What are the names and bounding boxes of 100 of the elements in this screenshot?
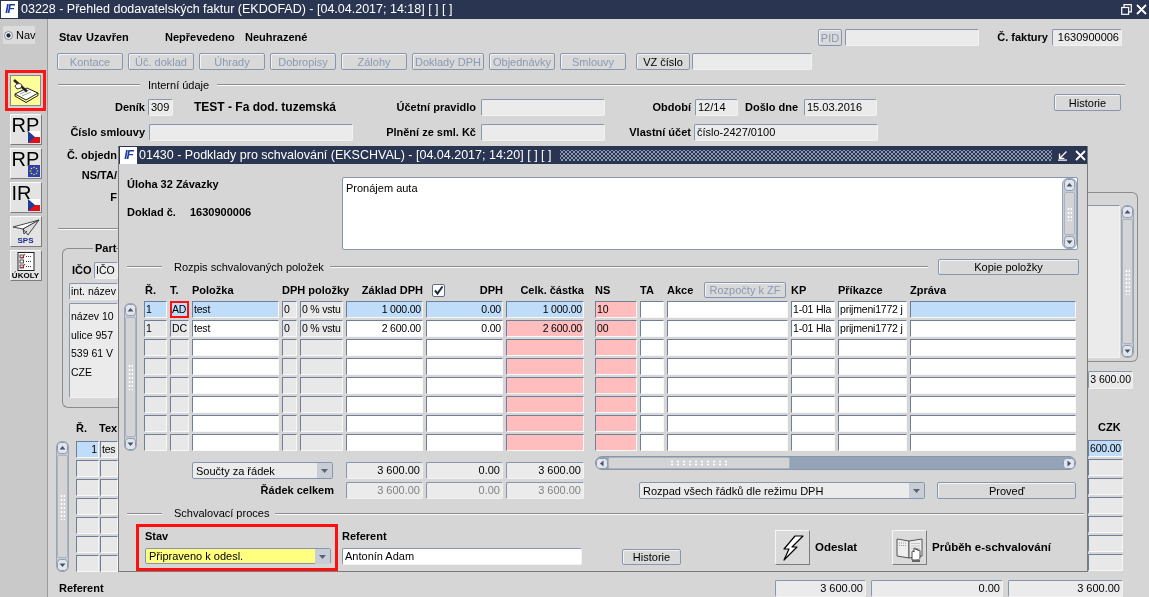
table-cell[interactable]: [791, 358, 835, 375]
checkbox[interactable]: [432, 283, 445, 297]
scroll-right-button[interactable]: [1063, 457, 1075, 469]
table-cell[interactable]: [838, 415, 907, 432]
table-cell[interactable]: 1 000.00: [506, 301, 584, 318]
restore-icon[interactable]: [1121, 4, 1132, 15]
table-cell[interactable]: [910, 396, 1076, 413]
table-cell[interactable]: [595, 358, 637, 375]
table-cell[interactable]: [346, 377, 423, 394]
input-field[interactable]: [481, 99, 605, 116]
note-field[interactable]: Pronájem auta: [342, 177, 1078, 250]
table-cell[interactable]: [76, 517, 99, 534]
table-cell[interactable]: [100, 517, 118, 534]
table-cell[interactable]: [910, 339, 1076, 356]
list-field[interactable]: [1088, 205, 1120, 358]
scrollbar[interactable]: [595, 456, 1076, 470]
scroll-down-button[interactable]: [57, 559, 68, 571]
table-cell[interactable]: 00: [595, 320, 637, 337]
table-cell[interactable]: [426, 396, 503, 413]
history-button[interactable]: Historie: [1054, 94, 1121, 111]
table-cell[interactable]: [192, 415, 279, 432]
table-cell[interactable]: [640, 434, 664, 451]
table-cell[interactable]: [346, 434, 423, 451]
table-cell[interactable]: 0 % vstu: [300, 301, 343, 318]
table-cell[interactable]: [791, 339, 835, 356]
scrollbar[interactable]: [1121, 205, 1134, 358]
table-cell[interactable]: [506, 377, 584, 394]
table-cell[interactable]: [1088, 497, 1123, 514]
table-cell[interactable]: 0.00: [426, 320, 503, 337]
scrollbar-thumb[interactable]: [1122, 219, 1133, 344]
table-cell[interactable]: [144, 377, 167, 394]
scroll-left-button[interactable]: [596, 457, 608, 469]
progress-button[interactable]: [892, 530, 927, 565]
table-cell[interactable]: [791, 415, 835, 432]
table-cell[interactable]: 1 000.00: [346, 301, 423, 318]
table-cell[interactable]: [910, 415, 1076, 432]
input-field[interactable]: [481, 124, 605, 141]
text-field[interactable]: 3 600.00: [1008, 580, 1123, 597]
table-cell[interactable]: [192, 377, 279, 394]
text-field[interactable]: 1630900006: [1052, 29, 1122, 46]
table-cell[interactable]: [595, 396, 637, 413]
table-cell[interactable]: 1: [76, 441, 99, 458]
address-field[interactable]: název 10 ulice 957 539 61 V CZE: [69, 303, 118, 398]
table-cell[interactable]: 600.00: [1088, 440, 1123, 457]
table-cell[interactable]: [426, 339, 503, 356]
table-cell[interactable]: [595, 415, 637, 432]
toolbar-button[interactable]: ÚKOLY: [9, 250, 42, 281]
table-cell[interactable]: [426, 434, 503, 451]
text-field[interactable]: 309: [148, 99, 173, 116]
input-field[interactable]: [845, 29, 979, 46]
scrollbar-thumb[interactable]: [57, 455, 68, 558]
table-cell[interactable]: 10: [595, 301, 637, 318]
table-cell[interactable]: [170, 434, 189, 451]
nav-radio-button[interactable]: Nav: [3, 26, 35, 44]
table-cell[interactable]: [1088, 554, 1123, 571]
table-cell[interactable]: 1: [144, 320, 167, 337]
text-field[interactable]: 15.03.2016: [804, 99, 877, 116]
table-cell[interactable]: [506, 339, 584, 356]
toolbar-button[interactable]: [5, 70, 46, 111]
table-cell[interactable]: 0: [282, 301, 297, 318]
table-cell[interactable]: [640, 377, 664, 394]
dropdown[interactable]: Součty za řádek: [192, 462, 333, 479]
text-field[interactable]: 0.00: [871, 580, 1003, 597]
text-field[interactable]: číslo-2427/0100: [694, 124, 878, 141]
text-field[interactable]: 0.00: [426, 462, 503, 479]
table-cell[interactable]: [667, 358, 788, 375]
table-cell[interactable]: [76, 498, 99, 515]
table-cell[interactable]: [170, 377, 189, 394]
table-cell[interactable]: 0 % vstu: [300, 320, 343, 337]
scroll-down-button[interactable]: [1122, 345, 1133, 357]
scrollbar[interactable]: [124, 303, 137, 451]
dropdown[interactable]: Rozpad všech řádků dle režimu DPH: [639, 482, 926, 499]
table-cell[interactable]: [282, 339, 297, 356]
table-cell[interactable]: [1088, 478, 1123, 495]
table-cell[interactable]: [910, 301, 1076, 318]
table-cell[interactable]: [100, 498, 118, 515]
table-cell[interactable]: [640, 339, 664, 356]
table-cell[interactable]: [838, 358, 907, 375]
table-cell[interactable]: [838, 339, 907, 356]
table-cell[interactable]: [1088, 516, 1123, 533]
table-cell[interactable]: [426, 415, 503, 432]
table-cell[interactable]: tes: [100, 441, 118, 458]
table-cell[interactable]: [506, 415, 584, 432]
table-cell[interactable]: 1-01 Hla: [791, 320, 835, 337]
table-cell[interactable]: [300, 434, 343, 451]
table-cell[interactable]: [76, 460, 99, 477]
table-cell[interactable]: [910, 358, 1076, 375]
table-cell[interactable]: [595, 339, 637, 356]
radio-icon[interactable]: [4, 30, 13, 40]
table-cell[interactable]: [300, 396, 343, 413]
table-cell[interactable]: [346, 415, 423, 432]
scroll-up-button[interactable]: [1122, 206, 1133, 218]
table-cell[interactable]: [170, 339, 189, 356]
history-button[interactable]: Historie: [622, 549, 681, 565]
table-cell[interactable]: [667, 377, 788, 394]
table-cell[interactable]: prijmeni1772 j: [838, 320, 907, 337]
scroll-down-button[interactable]: [125, 438, 136, 450]
table-cell[interactable]: [667, 434, 788, 451]
toolbar-button[interactable]: RP: [9, 148, 42, 179]
table-cell[interactable]: [640, 396, 664, 413]
